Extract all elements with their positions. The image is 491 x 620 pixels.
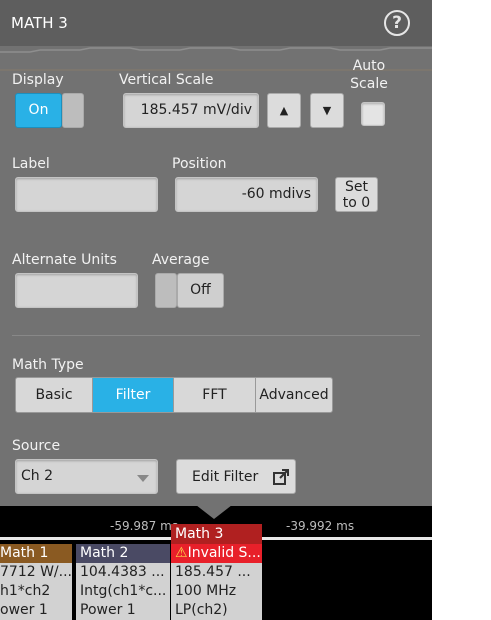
scale-down-button[interactable]: ▼ [310, 93, 344, 128]
alternate-units-label: Alternate Units [12, 252, 117, 268]
math1-badge-source: ower 1 [0, 602, 48, 618]
math3-badge-expression: LP(ch2) [175, 602, 228, 618]
display-toggle-knob [62, 93, 84, 128]
math1-badge-value: 7712 W/... [0, 564, 72, 580]
edit-filter-label: Edit Filter [192, 469, 259, 485]
help-icon[interactable]: ? [384, 10, 410, 36]
panel-pointer [196, 505, 232, 519]
math1-badge[interactable]: Math 1 7712 W/... h1*ch2 ower 1 [0, 544, 72, 620]
math1-badge-title: Math 1 [0, 544, 72, 563]
math3-badge[interactable]: Math 3 ⚠Invalid S... 185.457 ... 100 MHz… [171, 524, 262, 620]
math2-badge-expression: Intg(ch1*c... [80, 583, 167, 599]
position-field[interactable]: -60 mdivs [175, 177, 318, 212]
math-type-filter-button[interactable]: Filter [92, 377, 174, 413]
vertical-scale-label: Vertical Scale [119, 72, 214, 88]
vertical-scale-field[interactable]: 185.457 mV/div [123, 93, 259, 128]
average-off-state: Off [177, 273, 224, 308]
display-label: Display [12, 72, 64, 88]
auto-scale-checkbox[interactable] [361, 102, 385, 126]
display-toggle[interactable]: On [15, 93, 84, 128]
scale-up-button[interactable]: ▲ [267, 93, 301, 128]
math-type-basic-button[interactable]: Basic [15, 377, 93, 413]
label-field-label: Label [12, 156, 50, 172]
average-toggle[interactable]: Off [155, 273, 224, 308]
math3-badge-warning: Invalid S... [187, 545, 261, 561]
math3-badge-bandwidth: 100 MHz [175, 583, 237, 599]
scope-display: MATH 3 ? Display On Vertical Scale 185.4… [0, 0, 432, 620]
math2-badge-value: 104.4383 ... [80, 564, 165, 580]
external-window-icon [273, 469, 289, 485]
edit-filter-button[interactable]: Edit Filter [176, 459, 296, 494]
math2-badge-source: Power 1 [80, 602, 136, 618]
math2-badge[interactable]: Math 2 104.4383 ... Intg(ch1*c... Power … [76, 544, 170, 620]
auto-scale-label: Auto Scale [350, 58, 388, 92]
source-label: Source [12, 438, 61, 454]
position-label: Position [172, 156, 227, 172]
time-tick-right: -39.992 ms [286, 519, 355, 533]
math3-badge-value: 185.457 ... [175, 564, 251, 580]
math-type-label: Math Type [12, 357, 84, 373]
average-toggle-knob [155, 273, 177, 308]
label-input[interactable] [15, 177, 158, 212]
math3-config-panel: MATH 3 ? Display On Vertical Scale 185.4… [0, 0, 432, 506]
alternate-units-input[interactable] [15, 273, 138, 308]
set-to-zero-button[interactable]: Set to 0 [335, 177, 378, 212]
dropdown-arrow-icon [137, 475, 149, 482]
source-selected-value: Ch 2 [21, 468, 54, 484]
section-divider [12, 335, 420, 336]
math3-badge-warning-row: ⚠Invalid S... [171, 544, 262, 563]
panel-title-bar: MATH 3 ? [0, 0, 432, 46]
math-type-advanced-button[interactable]: Advanced [255, 377, 333, 413]
math2-badge-title: Math 2 [76, 544, 170, 563]
source-dropdown[interactable]: Ch 2 [15, 459, 158, 494]
math3-badge-title: Math 3 [171, 524, 262, 544]
average-label: Average [152, 252, 210, 268]
math1-badge-expression: h1*ch2 [0, 583, 51, 599]
time-tick-left: -59.987 ms [110, 519, 179, 533]
display-on-state: On [15, 93, 62, 128]
panel-title: MATH 3 [11, 14, 68, 32]
warning-icon: ⚠ [175, 545, 188, 561]
math-type-fft-button[interactable]: FFT [173, 377, 256, 413]
